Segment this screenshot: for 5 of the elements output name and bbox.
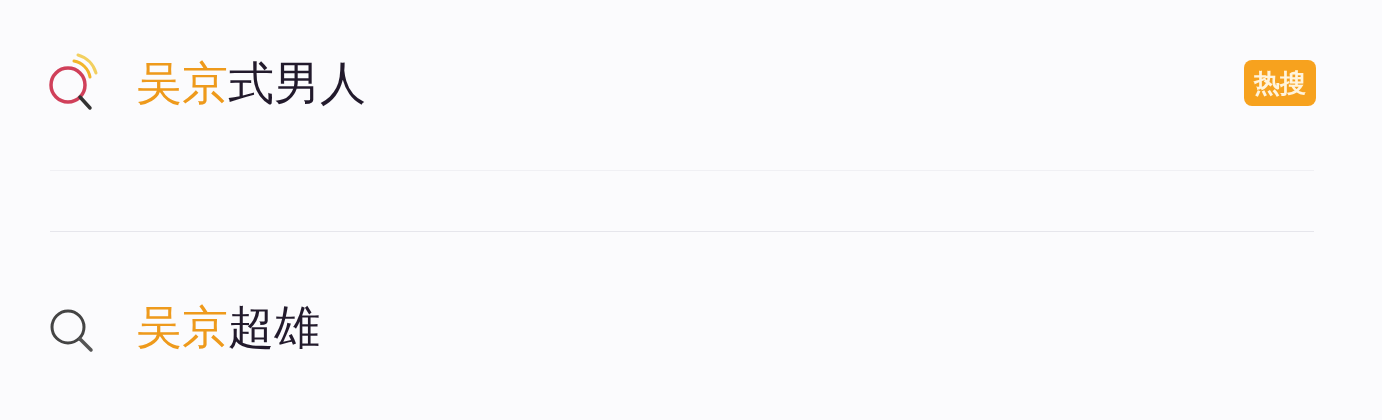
- suggestion-text: 吴京超雄: [136, 304, 320, 350]
- hot-badge: 热搜: [1244, 60, 1316, 106]
- suggestion-text: 吴京式男人: [136, 60, 366, 106]
- suggestion-item[interactable]: 吴京超雄: [44, 272, 1338, 382]
- suggestion-item[interactable]: 吴京式男人 热搜: [44, 28, 1338, 138]
